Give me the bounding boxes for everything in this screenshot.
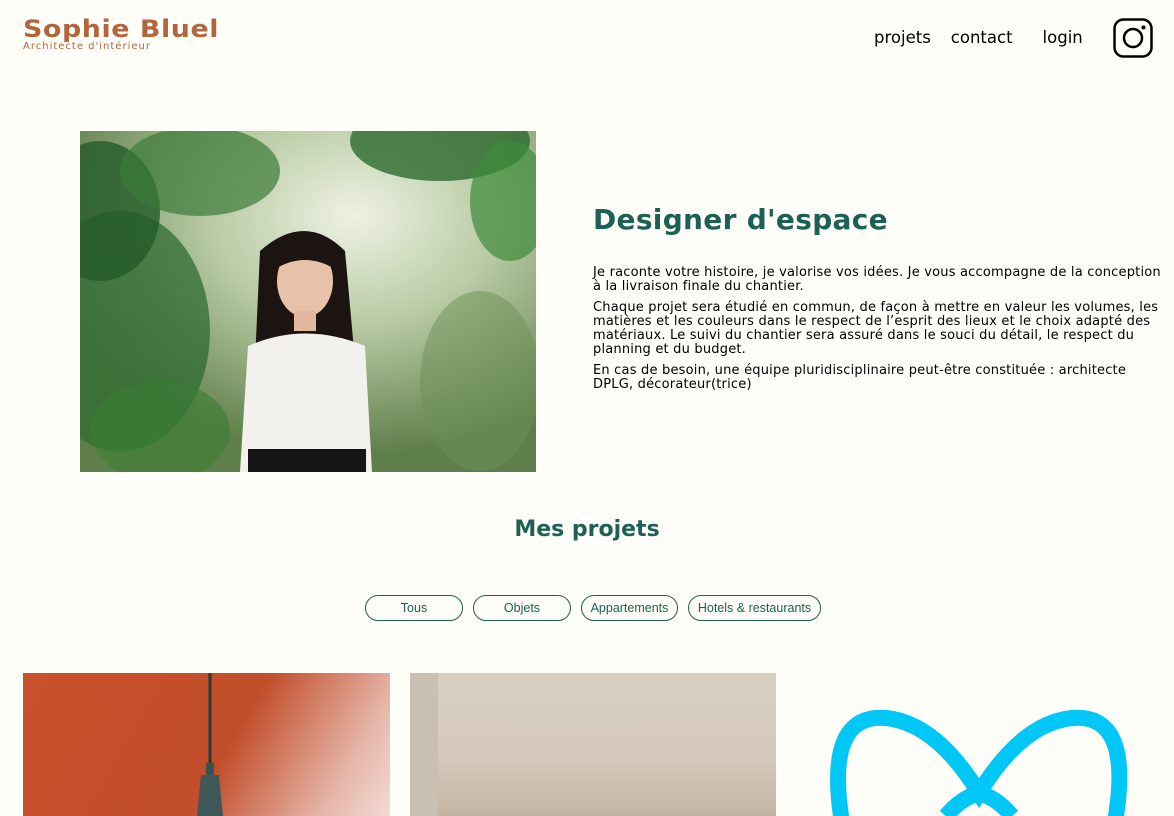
project-image-3[interactable]: [796, 673, 1162, 816]
filter-objets-button[interactable]: Objets: [473, 595, 571, 621]
intro-paragraph-1: Je raconte votre histoire, je valorise v…: [593, 265, 1161, 294]
intro-paragraph-2: Chaque projet sera étudié en commun, de …: [593, 300, 1159, 357]
intro-paragraph-3: En cas de besoin, une équipe pluridiscip…: [593, 363, 1127, 392]
nav-link-contact[interactable]: contact: [951, 28, 1013, 47]
main-nav: projets contact login: [874, 28, 1083, 47]
brand-name: Sophie Bluel: [23, 15, 220, 43]
project-image-2[interactable]: [410, 673, 776, 816]
project-image-1[interactable]: [23, 673, 390, 816]
nav-link-projets[interactable]: projets: [874, 28, 931, 47]
project-filters: Tous Objets Appartements Hotels & restau…: [365, 595, 821, 621]
filter-hotels-restaurants-button[interactable]: Hotels & restaurants: [688, 595, 821, 621]
filter-appartements-button[interactable]: Appartements: [581, 595, 678, 621]
projects-title: Mes projets: [514, 517, 660, 542]
intro-section: Designer d'espace Je raconte votre histo…: [593, 200, 1165, 399]
filter-tous-button[interactable]: Tous: [365, 595, 463, 621]
architect-portrait: [80, 131, 536, 472]
intro-title: Designer d'espace: [593, 203, 888, 236]
nav-link-login[interactable]: login: [1043, 28, 1083, 47]
site-logo[interactable]: Sophie Bluel Architecte d'intérieur: [23, 16, 218, 53]
instagram-icon[interactable]: [1113, 18, 1153, 58]
